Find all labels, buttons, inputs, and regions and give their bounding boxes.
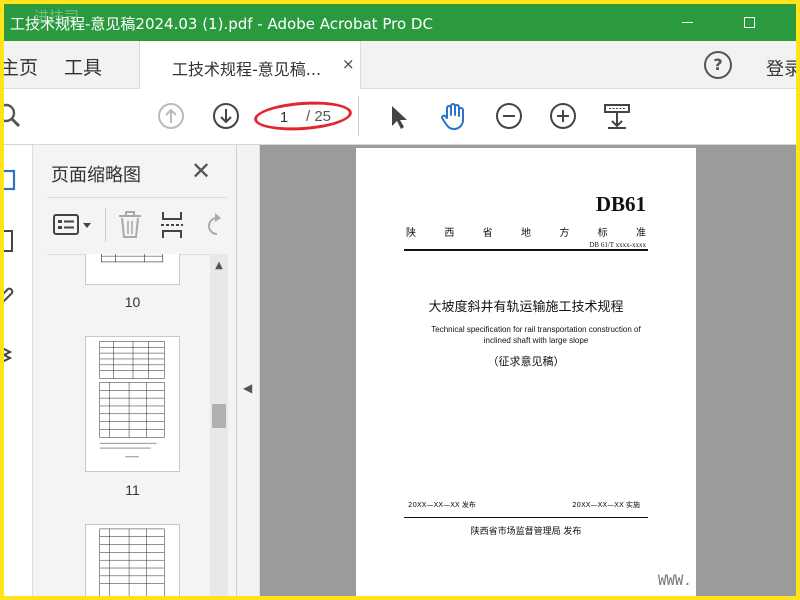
province-standard-char: 陕: [406, 228, 416, 239]
help-icon[interactable]: ?: [704, 51, 732, 79]
panel-collapse-strip[interactable]: ◀: [237, 145, 260, 596]
maximize-icon: [743, 17, 755, 28]
tab-home[interactable]: 主页: [4, 53, 38, 80]
pdf-page: DB61 陕 西 省 地 方 标 准 DB 61/T xxxx-xxxx 大坡度…: [356, 148, 696, 596]
navigation-rail: [4, 145, 33, 596]
province-standard-char: 西: [444, 228, 455, 239]
tab-document[interactable]: 工技术规程-意见稿... ×: [139, 41, 361, 89]
attachments-icon[interactable]: [4, 283, 26, 311]
title-bar: 工技术规程-意见稿2024.03 (1).pdf - Adobe Acrobat…: [4, 4, 796, 41]
hand-tool-icon[interactable]: [438, 101, 468, 131]
document-area: ◀ DB61 陕 西 省 地 方 标 准 DB 61/T xxxx-xxxx 大…: [237, 145, 796, 596]
panel-title: 页面缩略图: [51, 165, 141, 186]
search-icon[interactable]: [4, 101, 26, 131]
tab-bar: 主页 工具 工技术规程-意见稿... × ? 登录: [4, 41, 796, 89]
title-watermark: 进技司: [34, 8, 80, 26]
rotate-page-icon[interactable]: [203, 210, 227, 240]
delete-page-icon[interactable]: [115, 210, 145, 240]
tab-tools[interactable]: 工具: [64, 53, 102, 80]
issue-date: 20XX—XX—XX 发布: [408, 501, 476, 509]
thumbnail-list: 10 11: [33, 254, 210, 596]
province-standard-char: 准: [635, 228, 646, 239]
draft-stage: （征求意见稿）: [487, 355, 565, 368]
issuing-authority: 陕西省市场监督管理局 发布: [470, 527, 582, 537]
document-tab-label: 工技术规程-意见稿...: [172, 60, 322, 79]
page-thumbnails-icon[interactable]: [4, 167, 26, 195]
thumbnail-page-10[interactable]: [85, 254, 180, 285]
document-title-en-line: Technical specification for rail transpo…: [431, 325, 641, 334]
standard-code: DB61: [595, 192, 646, 216]
province-standard-char: 地: [520, 228, 531, 239]
bottom-watermark: WWW.: [658, 573, 692, 589]
collapse-panel-icon[interactable]: ◀: [243, 381, 252, 395]
scroll-up-icon[interactable]: ▲: [210, 260, 228, 274]
close-panel-icon[interactable]: ✕: [191, 157, 211, 185]
next-page-icon[interactable]: [211, 101, 241, 131]
page-number-box: / 25: [253, 98, 354, 134]
maximize-button[interactable]: [726, 4, 772, 41]
province-standard-char: 标: [597, 228, 608, 239]
document-title-en-line: inclined shaft with large slope: [483, 336, 589, 345]
scrollbar-thumb[interactable]: [212, 404, 226, 428]
thumbnail-label: 10: [124, 294, 141, 310]
header-rule: [404, 249, 648, 251]
document-title-en: Technical specification for rail transpo…: [416, 324, 656, 346]
toolbar: [4, 89, 796, 145]
select-pointer-icon[interactable]: [384, 101, 414, 131]
login-link[interactable]: 登录: [766, 55, 796, 81]
thumbnail-page-11[interactable]: [85, 336, 180, 472]
prev-page-icon[interactable]: [156, 101, 186, 131]
province-standard-char: 方: [559, 228, 570, 239]
province-standard-char: 省: [482, 228, 493, 239]
implement-date: 20XX—XX—XX 实施: [572, 501, 640, 509]
standard-number: DB 61/T xxxx-xxxx: [589, 241, 646, 249]
thumbnail-label: 11: [125, 482, 140, 498]
minimize-icon: [681, 22, 693, 23]
close-tab-icon[interactable]: ×: [342, 55, 355, 73]
bookmarks-icon[interactable]: [4, 227, 26, 255]
document-title-cn: 大坡度斜井有轨运输施工技术规程: [428, 300, 624, 315]
thumbnails-panel: 页面缩略图 ✕ 10 11 ▲: [33, 145, 237, 596]
toolbar-divider: [358, 96, 359, 136]
thumbnail-options-icon[interactable]: [51, 212, 95, 238]
zoom-out-icon[interactable]: [494, 101, 524, 131]
document-canvas[interactable]: DB61 陕 西 省 地 方 标 准 DB 61/T xxxx-xxxx 大坡度…: [260, 145, 796, 596]
zoom-in-icon[interactable]: [548, 101, 578, 131]
panel-divider: [105, 208, 106, 242]
insert-page-icon[interactable]: [157, 210, 187, 240]
thumbnail-scrollbar[interactable]: ▲: [210, 254, 228, 596]
layers-icon[interactable]: [4, 341, 26, 369]
page-display-mode-icon[interactable]: [602, 101, 632, 131]
panel-toolbar: [47, 197, 227, 255]
thumbnail-page-12[interactable]: [85, 524, 180, 596]
highlight-ring-annotation: [253, 98, 353, 134]
province-standard-label: 陕 西 省 地 方 标 准: [406, 224, 646, 239]
footer-rule: [404, 517, 648, 518]
minimize-button[interactable]: [664, 4, 710, 41]
acrobat-window: 工技术规程-意见稿2024.03 (1).pdf - Adobe Acrobat…: [4, 4, 796, 596]
